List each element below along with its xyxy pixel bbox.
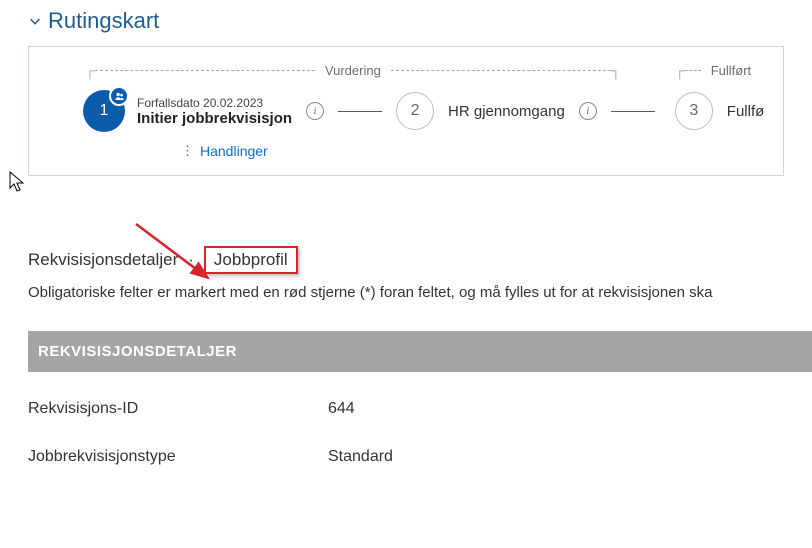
detail-value-req-type: Standard: [328, 448, 393, 466]
mandatory-hint: Obligatoriske felter er markert med en r…: [28, 284, 812, 301]
step-2-title: HR gjennomgang: [448, 103, 565, 120]
step-1-title: Initier jobbrekvisisjon: [137, 110, 292, 127]
group-label-assessment: ┌ Vurdering ┐: [85, 63, 655, 77]
step-circle-2[interactable]: 2: [396, 92, 434, 130]
connector: [611, 111, 655, 112]
detail-row: Rekvisisjons-ID 644: [28, 400, 812, 418]
step-number: 3: [689, 102, 698, 120]
info-icon[interactable]: i: [306, 102, 324, 120]
info-icon[interactable]: i: [579, 102, 597, 120]
cursor-icon: [8, 170, 28, 194]
step-number: 2: [411, 102, 420, 120]
tab-separator: ·: [188, 250, 194, 270]
step-3-title: Fullfø: [727, 103, 765, 120]
step-1-due: Forfallsdato 20.02.2023: [137, 96, 292, 110]
tab-requisition-details[interactable]: Rekvisisjonsdetaljer: [28, 250, 178, 270]
chevron-down-icon: [28, 14, 42, 28]
actions-link[interactable]: Handlinger: [200, 143, 268, 159]
step-number: 1: [100, 102, 109, 120]
section-bar-requisition-details: REKVISISJONSDETALJER: [28, 331, 812, 372]
drag-handle-icon[interactable]: ⋮: [181, 147, 194, 155]
tab-job-profile[interactable]: Jobbprofil: [204, 246, 298, 274]
section-title: Rutingskart: [48, 8, 159, 34]
step-circle-3[interactable]: 3: [675, 92, 713, 130]
people-badge-icon: [109, 86, 129, 106]
connector: [338, 111, 382, 112]
detail-value-req-id: 644: [328, 400, 355, 418]
detail-row: Jobbrekvisisjonstype Standard: [28, 448, 812, 466]
step-circle-1[interactable]: 1: [85, 92, 123, 130]
detail-label-req-type: Jobbrekvisisjonstype: [28, 448, 328, 466]
group-label-complete: ┌ Fullført: [675, 63, 765, 77]
section-header-routing[interactable]: Rutingskart: [0, 0, 812, 42]
detail-label-req-id: Rekvisisjons-ID: [28, 400, 328, 418]
routing-card: ┌ Vurdering ┐ 1 Forfallsdato 20.02.2023 …: [28, 46, 784, 176]
